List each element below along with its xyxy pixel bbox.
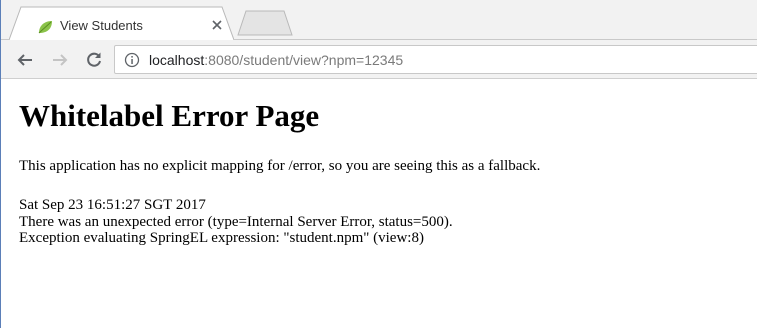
- close-icon[interactable]: [209, 17, 225, 33]
- tab-title: View Students: [60, 18, 143, 33]
- url-path: :8080/student/view?npm=12345: [204, 52, 404, 68]
- leaf-icon: [38, 21, 52, 34]
- url-host: localhost: [149, 52, 205, 68]
- page-title: Whitelabel Error Page: [19, 98, 320, 133]
- tab-strip: View Students: [1, 0, 757, 40]
- error-type: There was an unexpected error (type=Inte…: [19, 213, 453, 230]
- error-timestamp: Sat Sep 23 16:51:27 SGT 2017: [19, 197, 206, 213]
- page-content: Whitelabel Error Page This application h…: [19, 80, 749, 247]
- reload-icon[interactable]: [85, 51, 103, 69]
- back-arrow-icon[interactable]: [16, 51, 34, 69]
- url-text: localhost:8080/student/view?npm=12345: [149, 52, 403, 68]
- address-bar[interactable]: localhost:8080/student/view?npm=12345: [114, 45, 757, 74]
- forward-arrow-icon[interactable]: [51, 51, 69, 69]
- navigation-toolbar: localhost:8080/student/view?npm=12345: [1, 40, 757, 79]
- error-exception: Exception evaluating SpringEL expression…: [19, 230, 424, 246]
- new-tab-button[interactable]: [236, 9, 296, 37]
- browser-window: View Students localhost:8080/student/vie…: [0, 0, 757, 328]
- fallback-message: This application has no explicit mapping…: [19, 158, 541, 174]
- error-details: Sat Sep 23 16:51:27 SGT 2017 There was a…: [19, 197, 749, 247]
- info-icon[interactable]: [124, 52, 140, 68]
- tab-view-students[interactable]: View Students: [9, 6, 234, 40]
